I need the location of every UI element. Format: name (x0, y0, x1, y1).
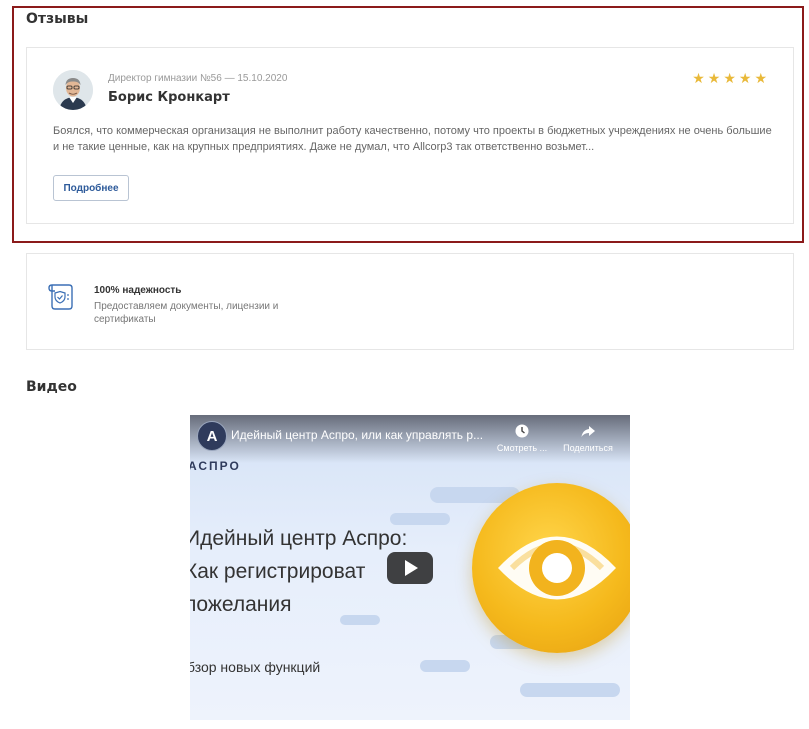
avatar (53, 70, 93, 110)
background-shape (520, 683, 620, 697)
play-button[interactable] (387, 552, 433, 584)
video-section-title: Видео (26, 379, 77, 395)
eye-icon (498, 536, 616, 600)
star-icon: ★ (692, 70, 705, 86)
reviews-section-title: Отзывы (26, 11, 89, 27)
star-icon: ★ (707, 70, 721, 86)
reliability-description: Предоставляем документы, лицензии и серт… (94, 301, 279, 325)
video-subtitle: бзор новых функций (190, 659, 321, 675)
watch-later-label: Смотреть ... (496, 443, 548, 453)
share-button[interactable]: Поделиться (556, 423, 620, 453)
review-text: Боялся, что коммерческая организация не … (53, 125, 772, 153)
more-button[interactable]: Подробнее (53, 175, 129, 201)
background-shape (420, 660, 470, 672)
reliability-title: 100% надежность (94, 285, 182, 296)
channel-avatar[interactable]: A (197, 421, 227, 451)
video-player[interactable]: АСПРО Идейный центр Аспро: Как регистрир… (190, 415, 630, 720)
share-icon (556, 423, 620, 441)
star-icon: ★ (738, 70, 752, 86)
reliability-card: 100% надежность Предоставляем документы,… (26, 253, 794, 350)
share-label: Поделиться (563, 443, 613, 453)
rating-stars: ★ ★ ★ ★ ★ (692, 71, 767, 85)
star-icon: ★ (723, 70, 736, 86)
watch-later-button[interactable]: Смотреть ... (490, 423, 554, 453)
star-icon: ★ (754, 70, 767, 86)
document-shield-icon (47, 282, 75, 312)
clock-icon (490, 423, 554, 441)
review-author: Борис Кронкарт (108, 90, 230, 105)
eye-coin-illustration (472, 483, 630, 653)
review-card: Директор гимназии №56 — 15.10.2020 Борис… (26, 47, 794, 224)
video-headline: Идейный центр Аспро: Как регистрироват п… (190, 527, 408, 616)
video-title-link[interactable]: Идейный центр Аспро, или как управлять р… (231, 428, 483, 442)
review-meta: Директор гимназии №56 — 15.10.2020 (108, 73, 288, 84)
play-icon (405, 560, 418, 576)
